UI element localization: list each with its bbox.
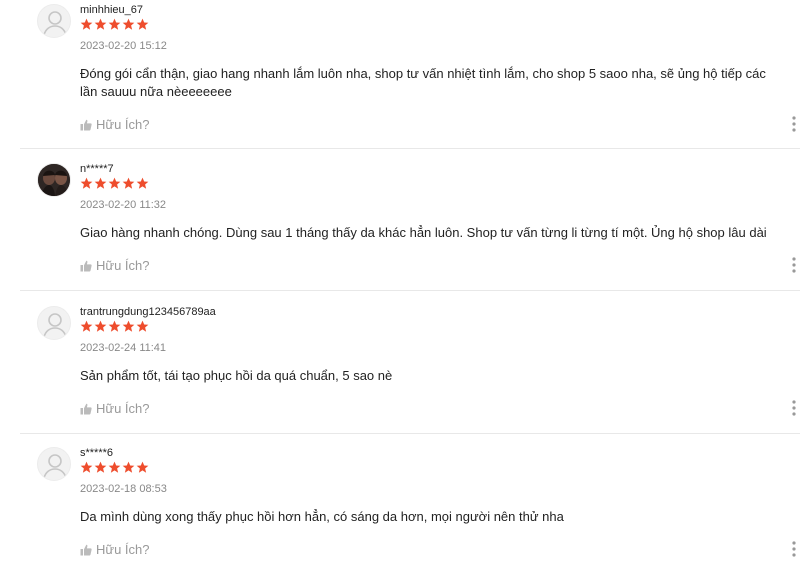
helpful-label: Hữu Ích? xyxy=(96,401,150,416)
star-icon xyxy=(94,320,107,332)
helpful-label: Hữu Ích? xyxy=(96,542,150,557)
star-icon xyxy=(108,177,121,189)
helpful-button[interactable]: Hữu Ích? xyxy=(80,542,150,557)
vertical-dots-icon xyxy=(792,257,796,273)
more-options-button[interactable] xyxy=(789,400,799,416)
star-icon xyxy=(136,18,149,30)
star-rating xyxy=(80,177,149,190)
user-photo-avatar[interactable] xyxy=(37,163,71,197)
review-username[interactable]: n*****7 xyxy=(80,163,114,175)
star-rating xyxy=(80,461,149,474)
helpful-label: Hữu Ích? xyxy=(96,117,150,132)
star-icon xyxy=(136,320,149,332)
review-content: Sản phẩm tốt, tái tạo phục hồi da quá ch… xyxy=(80,368,393,383)
review-list: minhhieu_67 2023-02-20 15:12 Đóng gói cẩ… xyxy=(0,0,800,564)
star-rating xyxy=(80,18,149,31)
star-icon xyxy=(94,461,107,473)
star-icon xyxy=(136,177,149,189)
star-rating xyxy=(80,320,149,333)
review-username[interactable]: trantrungdung123456789aa xyxy=(80,306,216,318)
more-options-button[interactable] xyxy=(789,116,799,132)
star-icon xyxy=(94,177,107,189)
vertical-dots-icon xyxy=(792,116,796,132)
star-icon xyxy=(80,461,93,473)
review-divider xyxy=(20,148,800,149)
helpful-button[interactable]: Hữu Ích? xyxy=(80,258,150,273)
thumbs-up-icon xyxy=(80,544,92,555)
review-divider xyxy=(20,433,800,434)
review-content: Da mình dùng xong thấy phục hồi hơn hẳn,… xyxy=(80,509,564,524)
review-timestamp: 2023-02-20 11:32 xyxy=(80,199,167,211)
default-avatar-icon[interactable] xyxy=(37,4,71,38)
star-icon xyxy=(80,18,93,30)
review-username[interactable]: minhhieu_67 xyxy=(80,4,143,16)
vertical-dots-icon xyxy=(792,541,796,557)
vertical-dots-icon xyxy=(792,400,796,416)
thumbs-up-icon xyxy=(80,119,92,130)
helpful-label: Hữu Ích? xyxy=(96,258,150,273)
star-icon xyxy=(122,320,135,332)
review-timestamp: 2023-02-24 11:41 xyxy=(80,342,167,354)
review-username[interactable]: s*****6 xyxy=(80,447,113,459)
star-icon xyxy=(136,461,149,473)
more-options-button[interactable] xyxy=(789,541,799,557)
default-avatar-icon[interactable] xyxy=(37,306,71,340)
star-icon xyxy=(94,18,107,30)
review-timestamp: 2023-02-18 08:53 xyxy=(80,483,167,495)
star-icon xyxy=(122,177,135,189)
star-icon xyxy=(108,461,121,473)
review-content: Đóng gói cẩn thận, giao hang nhanh lắm l… xyxy=(80,66,766,99)
review-content: Giao hàng nhanh chóng. Dùng sau 1 tháng … xyxy=(80,225,767,240)
star-icon xyxy=(80,177,93,189)
review-timestamp: 2023-02-20 15:12 xyxy=(80,40,167,52)
star-icon xyxy=(108,320,121,332)
star-icon xyxy=(80,320,93,332)
helpful-button[interactable]: Hữu Ích? xyxy=(80,401,150,416)
review-divider xyxy=(20,290,800,291)
star-icon xyxy=(122,18,135,30)
thumbs-up-icon xyxy=(80,260,92,271)
star-icon xyxy=(122,461,135,473)
star-icon xyxy=(108,18,121,30)
helpful-button[interactable]: Hữu Ích? xyxy=(80,117,150,132)
more-options-button[interactable] xyxy=(789,257,799,273)
thumbs-up-icon xyxy=(80,403,92,414)
default-avatar-icon[interactable] xyxy=(37,447,71,481)
